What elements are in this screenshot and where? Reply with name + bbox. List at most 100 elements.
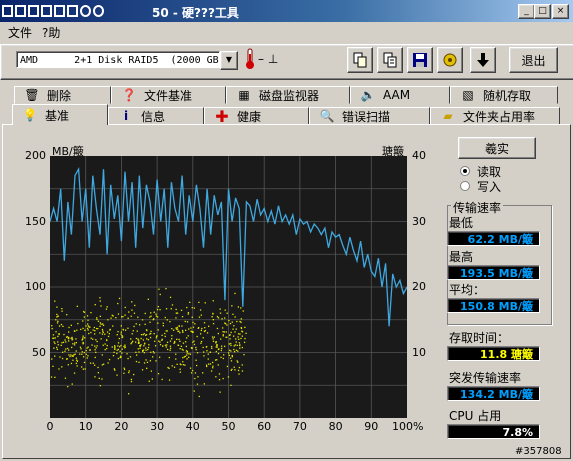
tab-benchmark[interactable]: 💡 基准: [12, 104, 108, 125]
access-time-point: [212, 312, 214, 315]
access-time-point: [124, 346, 126, 348]
access-time-point: [86, 357, 88, 359]
access-time-point: [236, 320, 238, 323]
access-time-point: [182, 342, 185, 344]
access-time-point: [59, 356, 61, 358]
access-time-point: [144, 323, 146, 325]
access-time-point: [106, 344, 108, 347]
start-button[interactable]: 羲实: [458, 137, 536, 159]
access-time-point: [145, 329, 148, 331]
access-time-point: [208, 363, 210, 365]
access-time-point: [68, 331, 70, 333]
min-value: 62.2 MB/簸: [447, 231, 540, 246]
access-time-point: [219, 312, 222, 314]
access-time-point: [192, 341, 194, 343]
access-time-point: [60, 344, 62, 346]
tab-error-scan[interactable]: 🔍 错误扫描: [309, 107, 430, 125]
access-time-point: [219, 391, 221, 393]
write-radio[interactable]: [460, 181, 470, 191]
access-time-point: [121, 352, 123, 354]
access-time-point: [189, 301, 191, 303]
tab-file-benchmark[interactable]: ❓ 文件基准: [111, 86, 226, 104]
access-time-point: [99, 297, 101, 299]
menu-help[interactable]: ?助: [42, 24, 60, 41]
tab-random-access[interactable]: ▧ 随机存取: [450, 86, 558, 104]
access-time-point: [165, 308, 168, 310]
access-time-point: [92, 362, 94, 364]
access-time-point: [198, 316, 201, 318]
close-button[interactable]: ×: [552, 4, 569, 19]
access-time-point: [155, 337, 157, 339]
access-time-point: [228, 354, 230, 356]
maximize-button[interactable]: □: [534, 4, 551, 19]
access-time-point: [96, 317, 98, 319]
access-time-point: [125, 329, 127, 331]
access-time-point: [239, 344, 241, 347]
minimize-button[interactable]: _: [518, 4, 535, 19]
access-time-point: [151, 378, 153, 380]
access-time-point: [145, 349, 147, 351]
options-icon[interactable]: [437, 47, 463, 73]
drive-select[interactable]: AMD 2+1 Disk RAID5 (2000 GB): [16, 51, 225, 68]
access-time-point: [230, 384, 232, 386]
access-time-point: [99, 385, 101, 387]
exit-button[interactable]: 退出: [509, 47, 558, 73]
save-icon[interactable]: [407, 47, 433, 73]
access-time-point: [83, 351, 85, 354]
access-time-point: [96, 340, 98, 343]
access-time-point: [175, 353, 177, 355]
access-time-point: [82, 337, 84, 339]
access-time-point: [189, 353, 192, 355]
access-time-point: [107, 362, 109, 364]
access-time-point: [182, 364, 185, 366]
access-time-point: [114, 345, 116, 347]
access-time-point: [159, 293, 161, 296]
tab-erase[interactable]: 🗑 删除: [14, 86, 111, 104]
access-time-point: [70, 354, 72, 356]
tab-folder-usage[interactable]: ▰ 文件夹占用率: [430, 107, 560, 125]
access-time-point: [198, 327, 200, 329]
access-time-point: [92, 338, 94, 340]
access-time-point: [72, 343, 74, 345]
chevron-down-icon[interactable]: ▼: [220, 51, 238, 70]
access-time-point: [200, 340, 203, 343]
tab-info[interactable]: i 信息: [108, 107, 204, 125]
access-time-point: [89, 362, 92, 364]
down-arrow-icon[interactable]: [470, 47, 496, 73]
title-bar[interactable]: 50 - 硬???工具 _ □ ×: [0, 0, 573, 22]
access-time-point: [222, 357, 224, 360]
access-time-point: [187, 312, 190, 314]
access-time-point: [57, 315, 59, 317]
access-time-point: [237, 350, 239, 352]
y-right-tick: 30: [412, 214, 426, 228]
access-time-point: [153, 352, 155, 354]
file-benchmark-icon: ❓: [121, 88, 137, 102]
access-time-point: [133, 373, 135, 376]
access-time-point: [196, 352, 199, 354]
access-time-point: [142, 349, 145, 351]
access-time-point: [203, 355, 205, 357]
access-time-point: [119, 346, 121, 348]
menu-file[interactable]: 文件: [8, 24, 32, 41]
access-time-point: [137, 348, 139, 350]
tab-disk-monitor[interactable]: ▦ 磁盘监视器: [226, 86, 350, 104]
access-time-point: [133, 312, 136, 314]
tab-aam[interactable]: 🔈 AAM: [350, 86, 450, 104]
speaker-icon: 🔈: [360, 88, 376, 102]
copy-icon[interactable]: [347, 47, 373, 73]
access-time-point: [81, 366, 83, 368]
access-time-point: [222, 377, 224, 380]
read-radio[interactable]: [460, 166, 470, 176]
access-time-point: [203, 383, 205, 385]
access-time-point: [121, 316, 123, 318]
access-time-point: [85, 350, 87, 352]
access-time-point: [123, 368, 126, 371]
access-time-point: [226, 324, 228, 326]
access-time-point: [209, 363, 212, 365]
access-time-point: [175, 358, 177, 360]
access-time-point: [94, 356, 96, 359]
copy-text-icon[interactable]: [377, 47, 403, 73]
access-time-point: [233, 351, 236, 353]
tab-health[interactable]: ✚ 健康: [204, 107, 309, 126]
window-title: 50 - 硬???工具: [152, 6, 239, 20]
